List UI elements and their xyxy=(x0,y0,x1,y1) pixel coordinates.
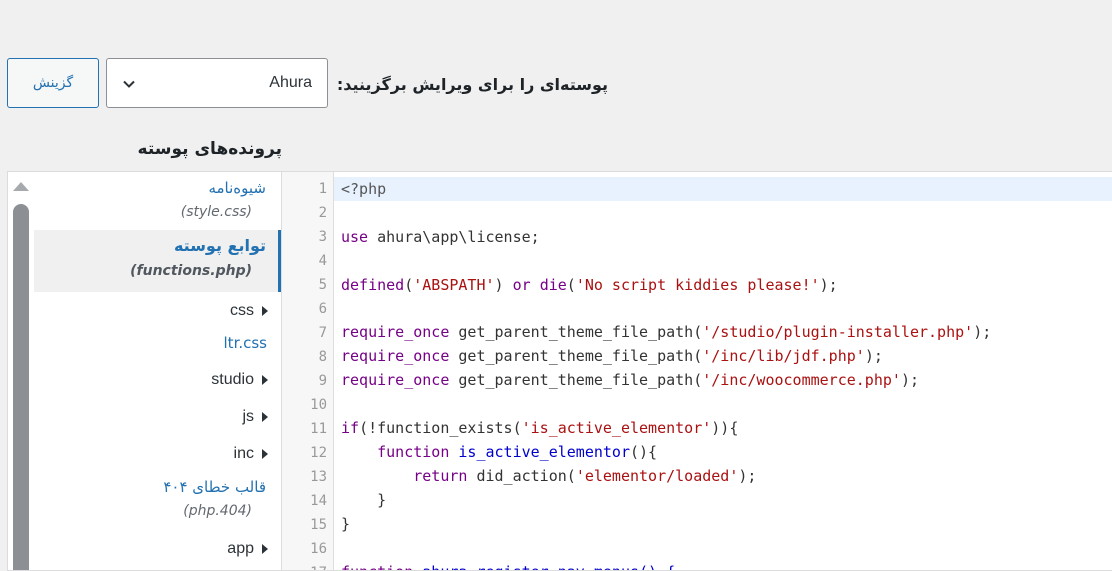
scroll-up-arrow-icon[interactable] xyxy=(13,182,29,191)
line-number: 6 xyxy=(318,301,327,317)
folder-js[interactable]: js xyxy=(20,407,281,427)
file-item-filename: (style.css) xyxy=(180,204,252,220)
file-item-title: توابع پوسته xyxy=(173,236,266,255)
file-item-title: ltr.css xyxy=(223,334,267,352)
line-number: 4 xyxy=(318,253,327,269)
folder-label: studio xyxy=(211,371,254,388)
line-number: 11 xyxy=(310,421,327,437)
line-number: 10 xyxy=(310,397,327,413)
code-line-7: require_once get_parent_theme_file_path(… xyxy=(341,323,992,341)
file-item-stylesheet[interactable]: شیوه‌نامه (style.css) xyxy=(34,178,281,222)
folder-label: inc xyxy=(233,445,254,462)
line-number: 9 xyxy=(318,373,327,389)
caret-right-icon xyxy=(262,543,268,554)
code-line-5: defined('ABSPATH') or die('No script kid… xyxy=(341,276,838,294)
select-theme-button[interactable]: گزینش xyxy=(7,58,99,108)
code-line-12: function is_active_elementor(){ xyxy=(377,443,658,461)
folder-inc[interactable]: inc xyxy=(20,444,281,464)
line-number: 5 xyxy=(318,277,327,293)
file-item-filename: (php.404) xyxy=(183,503,252,519)
code-line-9: require_once get_parent_theme_file_path(… xyxy=(341,371,919,389)
code-editor[interactable]: 1234567891011121314151617 <?php use ahur… xyxy=(281,171,1112,571)
theme-select-dropdown[interactable]: Ahura xyxy=(106,58,328,108)
theme-select-label: پوسته‌ای را برای ویرایش برگزینید: xyxy=(336,75,608,94)
folder-app[interactable]: app xyxy=(20,539,281,559)
code-line-11: if(!function_exists('is_active_elementor… xyxy=(341,419,739,437)
line-number: 8 xyxy=(318,349,327,365)
active-line-highlight xyxy=(334,177,1112,201)
file-item-ltr[interactable]: ltr.css xyxy=(34,333,281,353)
folder-css[interactable]: css xyxy=(20,301,281,321)
file-item-title: شیوه‌نامه xyxy=(208,179,266,197)
code-line-13: return did_action('elementor/loaded'); xyxy=(413,467,757,485)
theme-select-value: Ahura xyxy=(269,74,312,91)
folder-label: css xyxy=(230,302,254,319)
line-number: 14 xyxy=(310,493,327,509)
caret-right-icon xyxy=(262,448,268,459)
line-number: 13 xyxy=(310,469,327,485)
chevron-down-icon xyxy=(123,80,135,88)
line-number: 3 xyxy=(318,229,327,245)
code-line-1: <?php xyxy=(341,180,387,198)
file-item-functions[interactable]: توابع پوسته (functions.php) xyxy=(34,230,281,292)
code-line-3: use ahura\app\license; xyxy=(341,228,540,246)
code-line-17: function ahura_register_nav_menus() { xyxy=(341,560,675,570)
line-number: 2 xyxy=(318,205,327,221)
file-list: شیوه‌نامه (style.css) توابع پوسته (funct… xyxy=(34,172,281,570)
theme-files-heading: پرونده‌های پوسته xyxy=(137,139,282,159)
line-number: 7 xyxy=(318,325,327,341)
folder-label: js xyxy=(242,408,254,425)
code-line-15: } xyxy=(341,515,351,533)
file-item-title: قالب خطای ۴۰۴ xyxy=(163,478,266,496)
line-number: 17 xyxy=(287,561,327,570)
theme-file-tree: شیوه‌نامه (style.css) توابع پوسته (funct… xyxy=(7,171,281,571)
code-line-8: require_once get_parent_theme_file_path(… xyxy=(341,347,883,365)
caret-right-icon xyxy=(262,411,268,422)
folder-studio[interactable]: studio xyxy=(20,370,281,390)
caret-right-icon xyxy=(262,305,268,316)
folder-label: app xyxy=(227,540,254,557)
line-number: 15 xyxy=(310,517,327,533)
line-number: 16 xyxy=(310,541,327,557)
line-number: 1 xyxy=(318,181,327,197)
file-item-filename: (functions.php) xyxy=(130,263,252,279)
line-number-gutter: 1234567891011121314151617 xyxy=(282,172,334,570)
caret-right-icon xyxy=(262,374,268,385)
file-item-404[interactable]: قالب خطای ۴۰۴ (php.404) xyxy=(34,477,281,521)
code-line-14: } xyxy=(341,491,387,509)
line-number: 12 xyxy=(310,445,327,461)
